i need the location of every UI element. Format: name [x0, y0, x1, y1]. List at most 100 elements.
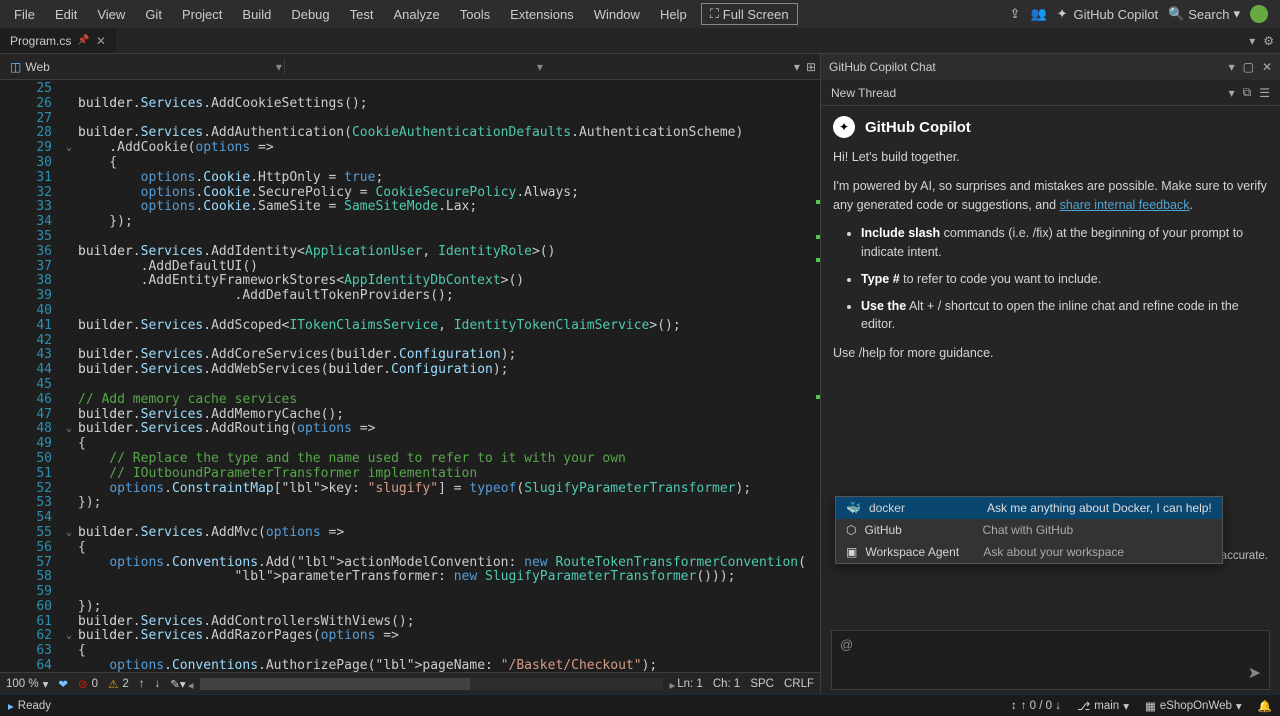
copilot-logo-icon: ✦ [833, 116, 855, 138]
search-label: Search [1188, 7, 1229, 22]
copilot-tip: Use the Alt + / shortcut to open the inl… [861, 297, 1268, 335]
agent-option-github[interactable]: ⬡GitHubChat with GitHub [836, 519, 1222, 541]
tab-program-cs[interactable]: Program.cs 📌 ✕ [0, 28, 116, 53]
ready-icon: ▸ [8, 699, 14, 713]
maximize-icon[interactable]: ▢ [1243, 60, 1254, 74]
menu-help[interactable]: Help [650, 3, 697, 26]
pin-icon[interactable]: 📌 [77, 35, 89, 46]
scope-dropdown[interactable]: ◫ Web [4, 60, 56, 74]
editor-status-bar: 100 % ▾ ❤ ⊘0 ⚠2 ↑ ↓ ✎▾ ◂▸ Ln: 1 Ch: 1 SP… [0, 672, 820, 694]
search-icon: 🔍 [1168, 6, 1184, 22]
copilot-tips: Include slash commands (i.e. /fix) at th… [833, 224, 1268, 334]
window-pin-icon[interactable]: ▾ [1229, 60, 1235, 74]
fold-toggle[interactable]: ⌄ [66, 526, 72, 541]
eol-indicator[interactable]: CRLF [784, 678, 814, 690]
copilot-body: ✦ GitHub Copilot Hi! Let's build togethe… [821, 106, 1280, 622]
sync-icon: ↕ [1011, 700, 1017, 712]
copilot-heading: GitHub Copilot [865, 119, 971, 136]
code-area[interactable]: builder.Services.AddCookieSettings();bui… [78, 80, 808, 672]
live-share-icon[interactable]: 👥 [1030, 6, 1046, 22]
chevron-down-icon: ▾ [43, 677, 49, 691]
chevron-down-icon[interactable]: ▾ [537, 60, 543, 74]
avatar[interactable] [1250, 5, 1268, 23]
prev-issue[interactable]: ↑ [139, 678, 145, 690]
agent-picker-popover: 🐳dockerAsk me anything about Docker, I c… [835, 496, 1223, 564]
agent-option-workspace-agent[interactable]: ▣Workspace AgentAsk about your workspace [836, 541, 1222, 563]
list-icon[interactable]: ☰ [1259, 86, 1270, 100]
full-screen-button[interactable]: ⛶ Full Screen [701, 3, 798, 25]
copilot-panel-title: GitHub Copilot Chat [829, 60, 936, 74]
code-editor[interactable]: 2526272829⌄30313233343536373839404142434… [0, 80, 820, 672]
char-indicator[interactable]: Ch: 1 [713, 678, 741, 690]
new-window-icon[interactable]: ⧉ [1243, 85, 1252, 100]
copilot-label: GitHub Copilot [1074, 7, 1159, 22]
new-thread-label[interactable]: New Thread [831, 86, 896, 100]
share-icon[interactable]: ⇪ [1010, 6, 1021, 22]
chevron-down-icon: ▾ [1123, 699, 1129, 713]
feedback-link[interactable]: share internal feedback [1060, 198, 1190, 212]
next-issue[interactable]: ↓ [155, 678, 161, 690]
chevron-down-icon[interactable]: ▾ [1229, 86, 1235, 100]
menu-edit[interactable]: Edit [45, 3, 87, 26]
menu-view[interactable]: View [87, 3, 135, 26]
chevron-down-icon[interactable]: ▾ [794, 60, 800, 74]
fold-toggle[interactable]: ⌄ [66, 141, 72, 156]
minimap[interactable] [808, 80, 820, 672]
brush-icon[interactable]: ✎▾ [170, 677, 185, 691]
copilot-thread-bar: New Thread ▾ ⧉ ☰ [821, 80, 1280, 106]
status-ready: ▸Ready [0, 699, 59, 713]
menu-tools[interactable]: Tools [450, 3, 500, 26]
menu-extensions[interactable]: Extensions [500, 3, 584, 26]
gear-icon[interactable]: ⚙ [1263, 34, 1274, 48]
scroll-left[interactable]: ◂ [188, 678, 194, 692]
status-bar: ▸Ready ↕↑ 0 / 0 ↓ ⎇main ▾ ▦eShopOnWeb ▾ … [0, 694, 1280, 716]
menu-window[interactable]: Window [584, 3, 650, 26]
copilot-intro: I'm powered by AI, so surprises and mist… [833, 177, 1268, 215]
agent-icon: ⬡ [846, 523, 856, 537]
menu-test[interactable]: Test [340, 3, 384, 26]
copilot-greeting: Hi! Let's build together. [833, 148, 1268, 167]
branch-indicator[interactable]: ⎇main ▾ [1069, 699, 1137, 713]
menu-git[interactable]: Git [135, 3, 172, 26]
copilot-chat-input[interactable]: @ ➤ [831, 630, 1270, 690]
health-icon[interactable]: ❤ [58, 677, 68, 691]
agent-option-docker[interactable]: 🐳dockerAsk me anything about Docker, I c… [836, 497, 1222, 519]
editor-pane: ◫ Web ▾ ▾ ▾ ⊞ 2526272829⌄303132333435363… [0, 54, 820, 694]
tab-label: Program.cs [10, 34, 71, 48]
close-icon[interactable]: ✕ [96, 34, 106, 48]
copilot-chat-panel: GitHub Copilot Chat ▾ ▢ ✕ New Thread ▾ ⧉… [820, 54, 1280, 694]
sync-status[interactable]: ↕↑ 0 / 0 ↓ [1003, 700, 1069, 712]
copilot-help: Use /help for more guidance. [833, 344, 1268, 363]
fullscreen-icon: ⛶ [710, 6, 719, 22]
zoom-level[interactable]: 100 % ▾ [6, 677, 48, 691]
notifications-icon[interactable]: 🔔 [1250, 699, 1280, 713]
warning-count[interactable]: ⚠2 [108, 677, 129, 691]
spaces-indicator[interactable]: SPC [750, 678, 774, 690]
horizontal-scrollbar[interactable]: ◂▸ [200, 678, 664, 690]
navigation-bar: ◫ Web ▾ ▾ ▾ ⊞ [0, 54, 820, 80]
menu-project[interactable]: Project [172, 3, 232, 26]
scope-label: Web [25, 60, 49, 74]
copilot-tip: Type # to refer to code you want to incl… [861, 270, 1268, 289]
dropdown-icon[interactable]: ▾ [1249, 34, 1255, 48]
menu-analyze[interactable]: Analyze [383, 3, 449, 26]
send-icon[interactable]: ➤ [1248, 663, 1261, 683]
project-indicator[interactable]: ▦eShopOnWeb ▾ [1137, 699, 1250, 713]
copilot-indicator[interactable]: ✦ GitHub Copilot [1057, 6, 1158, 22]
menu-build[interactable]: Build [232, 3, 281, 26]
menu-debug[interactable]: Debug [281, 3, 339, 26]
chevron-down-icon[interactable]: ▾ [276, 60, 282, 74]
search-launcher[interactable]: 🔍 Search ▾ [1168, 6, 1240, 22]
scroll-right[interactable]: ▸ [669, 678, 675, 692]
fold-toggle[interactable]: ⌄ [66, 629, 72, 644]
line-indicator[interactable]: Ln: 1 [677, 678, 703, 690]
full-screen-label: Full Screen [723, 7, 789, 22]
close-icon[interactable]: ✕ [1262, 60, 1272, 74]
menu-file[interactable]: File [4, 3, 45, 26]
scrollbar-thumb[interactable] [200, 678, 470, 690]
chevron-down-icon: ▾ [1233, 6, 1240, 22]
line-gutter: 2526272829⌄30313233343536373839404142434… [0, 80, 78, 672]
split-icon[interactable]: ⊞ [806, 60, 816, 74]
fold-toggle[interactable]: ⌄ [66, 422, 72, 437]
error-count[interactable]: ⊘0 [78, 677, 98, 691]
